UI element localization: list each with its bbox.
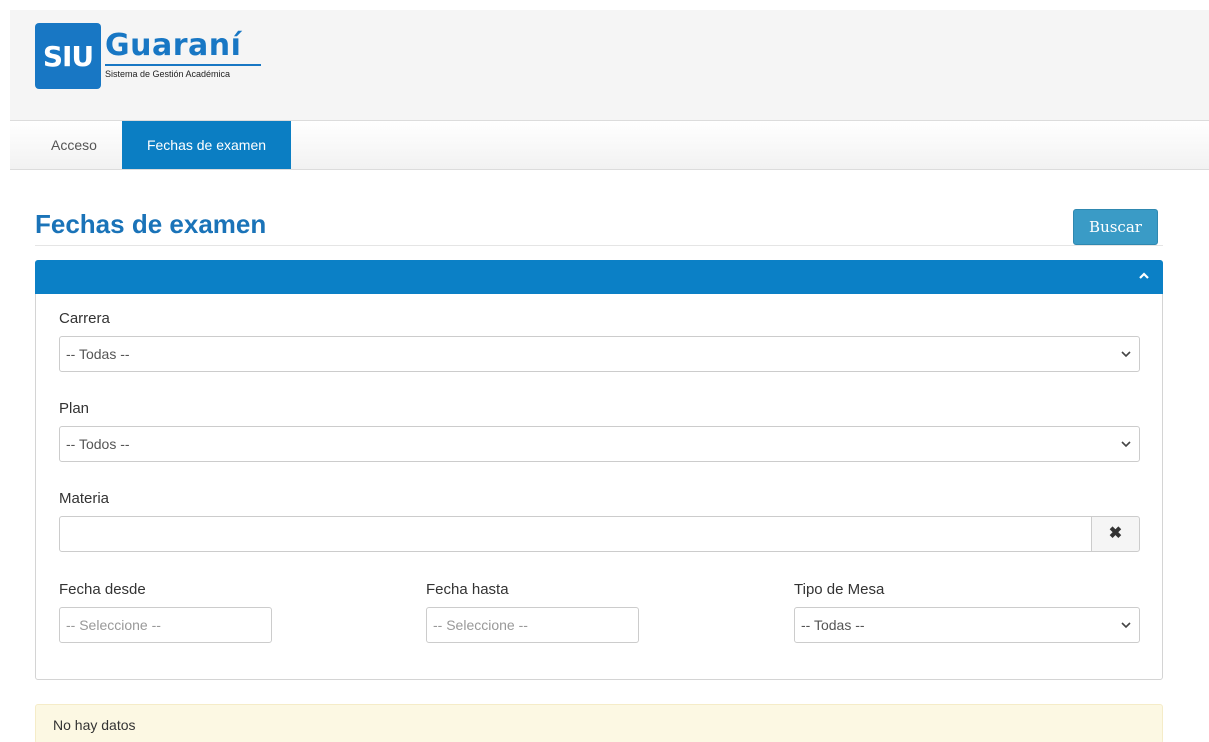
tipo-mesa-select[interactable]: -- Todas -- (794, 607, 1140, 643)
plan-select[interactable]: -- Todos -- (59, 426, 1140, 462)
main-navbar: Acceso Fechas de examen (10, 120, 1209, 170)
materia-input[interactable] (59, 516, 1092, 552)
fecha-hasta-input[interactable]: -- Seleccione -- (426, 607, 639, 643)
nav-tab-acceso[interactable]: Acceso (36, 121, 112, 169)
logo-mark: SIU (35, 23, 101, 89)
page-title: Fechas de examen (35, 209, 267, 239)
clear-materia-button[interactable]: ✖ (1091, 516, 1140, 552)
carrera-selected-value: -- Todas -- (66, 346, 130, 362)
nav-tab-fechas-de-examen[interactable]: Fechas de examen (122, 121, 291, 169)
times-icon: ✖ (1108, 525, 1123, 542)
chevron-up-icon[interactable] (1139, 271, 1149, 281)
tipo-mesa-selected-value: -- Todas -- (801, 617, 865, 633)
fecha-desde-label: Fecha desde (59, 581, 146, 598)
title-divider (35, 245, 1163, 246)
logo-name: Guaraní (105, 28, 242, 63)
logo-divider (105, 64, 261, 66)
search-button[interactable]: Buscar (1073, 209, 1158, 245)
fecha-desde-input[interactable]: -- Seleccione -- (59, 607, 272, 643)
chevron-down-icon (1121, 622, 1131, 629)
plan-selected-value: -- Todos -- (66, 436, 130, 452)
carrera-select[interactable]: -- Todas -- (59, 336, 1140, 372)
filter-panel-header[interactable] (35, 260, 1163, 294)
materia-label: Materia (59, 490, 110, 507)
tipo-mesa-label: Tipo de Mesa (794, 581, 885, 598)
chevron-down-icon (1121, 351, 1131, 358)
carrera-label: Carrera (59, 310, 110, 327)
fecha-hasta-label: Fecha hasta (426, 581, 509, 598)
siu-guarani-logo[interactable]: SIU Guaraní Sistema de Gestión Académica (35, 23, 261, 91)
site-header: SIU Guaraní Sistema de Gestión Académica (10, 10, 1209, 120)
logo-wordmark: Guaraní Sistema de Gestión Académica (105, 23, 261, 79)
chevron-down-icon (1121, 441, 1131, 448)
plan-label: Plan (59, 400, 90, 417)
logo-subtitle: Sistema de Gestión Académica (105, 69, 231, 79)
no-data-alert: No hay datos (35, 704, 1163, 742)
